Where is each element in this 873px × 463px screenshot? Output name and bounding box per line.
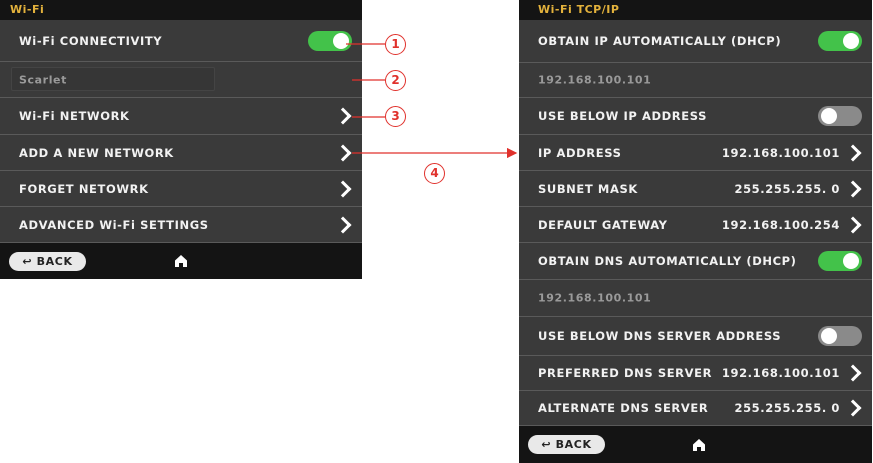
callout-3: 3 bbox=[385, 106, 406, 127]
callout-lines bbox=[346, 43, 518, 159]
callout-1: 1 bbox=[385, 34, 406, 55]
callout-2: 2 bbox=[385, 70, 406, 91]
callout-4: 4 bbox=[424, 163, 445, 184]
